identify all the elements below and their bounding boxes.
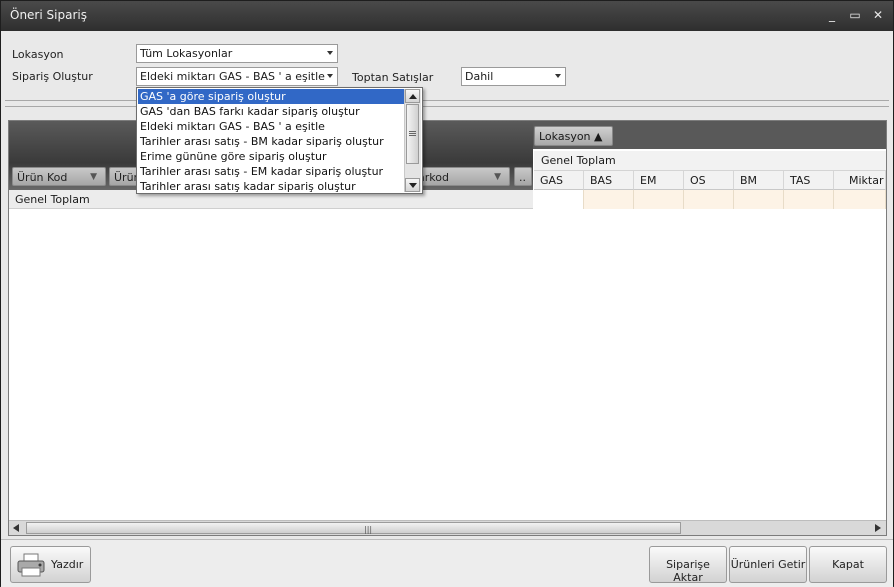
filter-icon[interactable]: ▼ — [494, 172, 501, 182]
column-header-bas[interactable]: BAS — [584, 171, 634, 190]
close-button[interactable]: Kapat — [809, 546, 887, 583]
lokasyon-combo[interactable]: Tüm Lokasyonlar — [136, 44, 338, 63]
order-suggestion-window: Öneri Sipariş _ ▭ ✕ Lokasyon Tüm Lokasyo… — [0, 0, 894, 587]
scrollbar-thumb[interactable]: ||| — [26, 522, 681, 534]
chevron-down-icon[interactable] — [327, 51, 333, 55]
siparis-olustur-combo[interactable]: Eldeki miktarı GAS - BAS ' a eşitle — [136, 67, 338, 86]
urun-kod-field-button[interactable]: Ürün Kod ▼ — [12, 167, 106, 186]
grip-icon: ||| — [364, 525, 373, 534]
dropdown-option[interactable]: GAS 'a göre sipariş oluştur — [138, 89, 405, 104]
column-header-os[interactable]: OS — [684, 171, 734, 190]
dropdown-option[interactable]: Tarihler arası satış - BM kadar sipariş … — [138, 134, 405, 149]
total-cell-em[interactable] — [634, 190, 684, 209]
footer-bar: Yazdır Siparişe Aktar Ürünleri Getir Kap… — [1, 539, 893, 587]
transfer-to-order-button[interactable]: Siparişe Aktar — [649, 546, 727, 584]
dropdown-option[interactable]: Tarihler arası satış - EM kadar sipariş … — [138, 164, 405, 179]
toptan-satislar-value: Dahil — [465, 70, 494, 83]
dropdown-scrollbar[interactable] — [404, 89, 421, 192]
siparis-olustur-value: Eldeki miktarı GAS - BAS ' a eşitle — [140, 70, 325, 83]
more-fields-button[interactable]: .. — [514, 167, 532, 186]
total-cell-gas[interactable] — [534, 190, 584, 209]
total-cell-tas[interactable] — [784, 190, 834, 209]
close-icon[interactable]: ✕ — [869, 7, 887, 23]
print-button[interactable]: Yazdır — [10, 546, 91, 583]
horizontal-scrollbar[interactable]: ||| — [9, 520, 886, 535]
column-header-miktar[interactable]: Miktar — [834, 171, 886, 190]
column-grand-total-header: Genel Toplam — [534, 151, 886, 171]
lokasyon-label: Lokasyon — [12, 48, 64, 61]
fetch-products-button[interactable]: Ürünleri Getir — [729, 546, 807, 583]
dropdown-option[interactable]: Eldeki miktarı GAS - BAS ' a eşitle — [138, 119, 405, 134]
minimize-icon[interactable]: _ — [823, 7, 841, 23]
total-cell-bas[interactable] — [584, 190, 634, 209]
maximize-icon[interactable]: ▭ — [846, 7, 864, 23]
toptan-satislar-combo[interactable]: Dahil — [461, 67, 566, 86]
column-header-bm[interactable]: BM — [734, 171, 784, 190]
total-cell-os[interactable] — [684, 190, 734, 209]
dropdown-option[interactable]: Tarihler arası satış kadar sipariş oluşt… — [138, 179, 405, 194]
scroll-up-icon[interactable] — [405, 89, 420, 103]
column-header-gas[interactable]: GAS — [534, 171, 584, 190]
lokasyon-field-button[interactable]: Lokasyon ▲ — [534, 126, 613, 146]
scroll-right-icon[interactable] — [875, 524, 881, 532]
title-bar[interactable]: Öneri Sipariş _ ▭ ✕ — [1, 1, 893, 31]
filter-icon[interactable]: ▼ — [90, 172, 97, 182]
siparis-olustur-label: Sipariş Oluştur — [12, 70, 93, 83]
chevron-down-icon[interactable] — [327, 74, 333, 78]
total-cell-bm[interactable] — [734, 190, 784, 209]
lokasyon-value: Tüm Lokasyonlar — [140, 47, 233, 60]
toptan-satislar-label: Toptan Satışlar — [352, 71, 434, 84]
window-title: Öneri Sipariş — [10, 8, 87, 22]
printer-icon — [16, 553, 46, 577]
scroll-down-icon[interactable] — [405, 178, 420, 192]
column-header-tas[interactable]: TAS — [784, 171, 834, 190]
scrollbar-thumb[interactable] — [406, 104, 419, 164]
scroll-left-icon[interactable] — [13, 524, 19, 532]
total-cell-miktar[interactable] — [834, 190, 886, 209]
column-header-em[interactable]: EM — [634, 171, 684, 190]
dropdown-option[interactable]: GAS 'dan BAS farkı kadar sipariş oluştur — [138, 104, 405, 119]
dropdown-option[interactable]: Erime gününe göre sipariş oluştur — [138, 149, 405, 164]
siparis-olustur-dropdown[interactable]: GAS 'a göre sipariş oluştur GAS 'dan BAS… — [136, 87, 423, 194]
chevron-down-icon[interactable] — [555, 74, 561, 78]
barkod-field-button[interactable]: arkod ▼ — [409, 167, 510, 186]
